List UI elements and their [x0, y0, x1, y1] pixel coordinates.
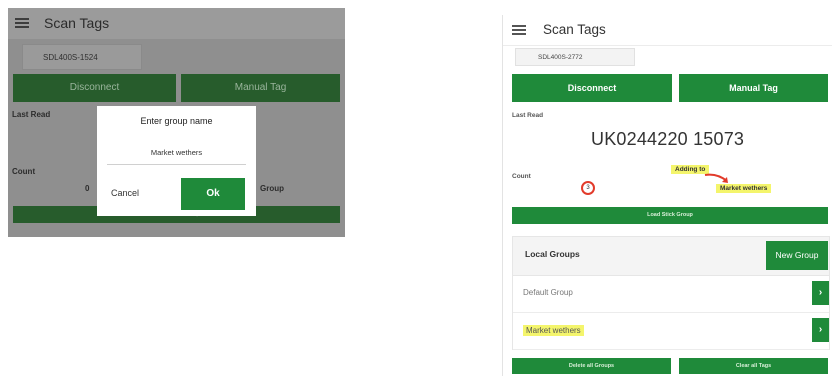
local-groups-header: Local Groups New Group [513, 237, 829, 276]
group-list-item[interactable]: Default Group › [513, 276, 829, 313]
local-groups-title: Local Groups [525, 249, 580, 259]
dialog-title: Enter group name [140, 116, 213, 126]
group-name-input[interactable]: Market wethers [107, 142, 246, 165]
page-title: Scan Tags [543, 22, 606, 37]
disconnect-button[interactable]: Disconnect [512, 74, 672, 102]
last-read-label: Last Read [512, 112, 544, 119]
group-name: Default Group [523, 288, 573, 297]
local-groups-panel: Local Groups New Group Default Group › M… [512, 236, 830, 350]
group-label-fragment: Group [260, 184, 284, 193]
chevron-right-icon[interactable]: › [812, 318, 829, 342]
count-label: Count [512, 173, 531, 180]
device-id-field: SDL400S-1524 [22, 44, 142, 70]
chevron-right-icon[interactable]: › [812, 281, 829, 305]
count-label: Count [12, 167, 36, 176]
group-name: Market wethers [523, 325, 584, 336]
new-group-button[interactable]: New Group [766, 241, 828, 270]
enter-group-name-dialog: Enter group name Market wethers Cancel O… [97, 106, 256, 216]
current-group-label: Market wethers [716, 184, 772, 193]
manual-tag-button[interactable]: Manual Tag [679, 74, 828, 102]
app-bar: Scan Tags [8, 8, 345, 39]
app-bar: Scan Tags [503, 15, 832, 46]
right-screen: Scan Tags SDL400S-2772 Disconnect Manual… [502, 15, 832, 376]
left-screen: Scan Tags SDL400S-1524 Disconnect Manual… [8, 8, 345, 237]
count-value: 3 [581, 181, 595, 195]
count-value: 0 [85, 184, 90, 193]
delete-all-groups-button[interactable]: Delete all Groups [512, 358, 671, 374]
clear-all-tags-button[interactable]: Clear all Tags [679, 358, 828, 374]
load-stick-group-button[interactable]: Load Stick Group [512, 207, 828, 224]
last-read-label: Last Read [12, 110, 51, 119]
device-id-field: SDL400S-2772 [515, 48, 635, 66]
disconnect-button[interactable]: Disconnect [13, 74, 176, 102]
manual-tag-button[interactable]: Manual Tag [181, 74, 340, 102]
last-read-tag-number: UK0244220 15073 [591, 129, 745, 149]
ok-button[interactable]: Ok [181, 178, 245, 210]
group-list-item[interactable]: Market wethers › [513, 313, 829, 350]
hamburger-menu-icon[interactable] [512, 25, 526, 36]
cancel-button[interactable]: Cancel [111, 188, 139, 198]
hamburger-menu-icon[interactable] [15, 18, 29, 28]
page-title: Scan Tags [44, 15, 110, 31]
